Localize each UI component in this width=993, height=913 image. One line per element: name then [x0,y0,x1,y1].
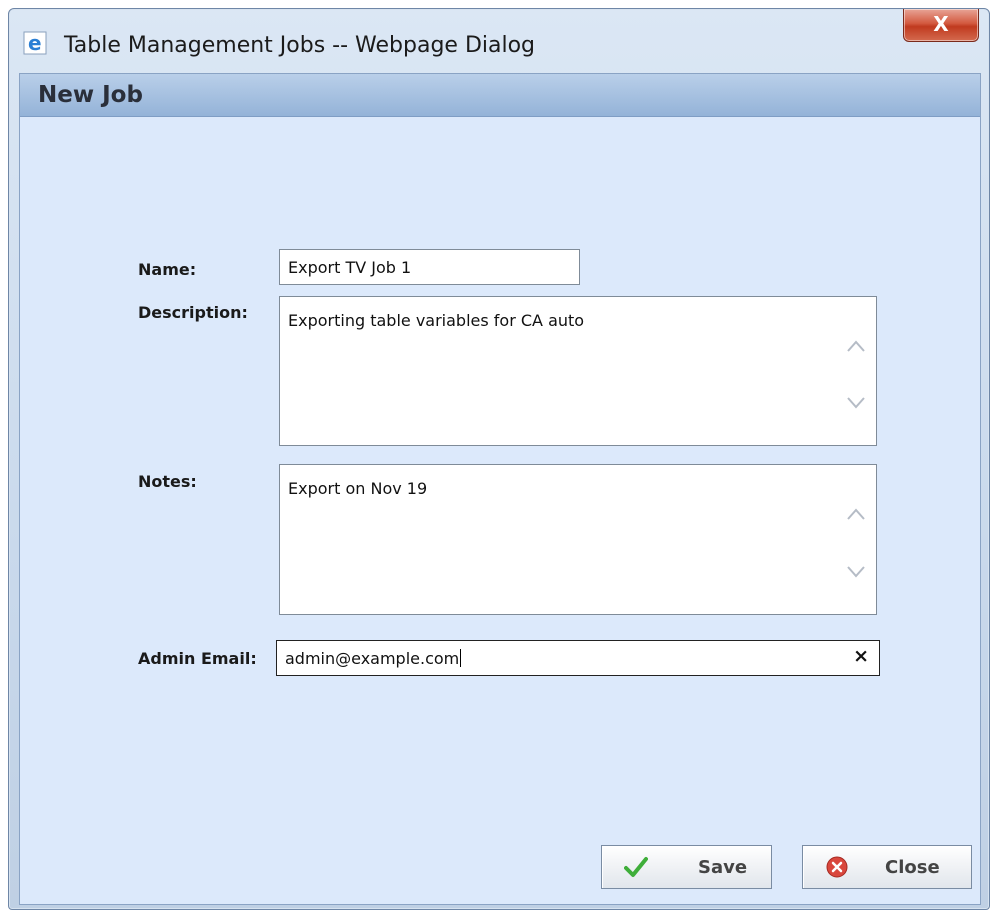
close-button[interactable]: Close [802,845,972,889]
description-label: Description: [138,303,248,322]
close-icon: X [933,12,949,36]
save-button-label: Save [698,857,748,878]
description-textarea[interactable]: Exporting table variables for CA auto [279,296,877,446]
ie-icon: e [23,31,47,55]
description-textarea-value: Exporting table variables for CA auto [288,311,585,330]
text-caret [460,649,462,667]
notes-label: Notes: [138,472,197,491]
scroll-down-icon[interactable] [846,396,866,410]
svg-text:e: e [28,31,42,55]
admin-email-label: Admin Email: [138,649,257,668]
dialog-header-title: New Job [38,82,143,108]
scroll-up-icon[interactable] [846,507,866,521]
admin-email-input[interactable]: admin@example.com × [276,640,880,676]
checkmark-icon [624,857,648,877]
dialog-window: e Table Management Jobs -- Webpage Dialo… [8,8,990,910]
notes-textarea[interactable]: Export on Nov 19 [279,464,877,615]
close-button-label: Close [885,857,940,878]
clear-icon[interactable]: × [853,645,869,667]
title-bar[interactable]: e Table Management Jobs -- Webpage Dialo… [9,9,989,71]
window-title: Table Management Jobs -- Webpage Dialog [64,33,536,58]
name-label: Name: [138,260,197,279]
scroll-down-icon[interactable] [846,565,866,579]
admin-email-input-value: admin@example.com [285,649,462,668]
save-button[interactable]: Save [601,845,772,889]
name-input[interactable]: Export TV Job 1 [279,249,580,285]
window-close-button[interactable]: X [903,9,979,42]
dialog-header: New Job [20,74,980,117]
name-input-value: Export TV Job 1 [288,258,412,277]
notes-textarea-value: Export on Nov 19 [288,479,428,498]
dialog-client-area: New Job Name: Export TV Job 1 Descriptio… [19,73,981,905]
cancel-circle-icon [826,856,848,878]
scroll-up-icon[interactable] [846,339,866,353]
